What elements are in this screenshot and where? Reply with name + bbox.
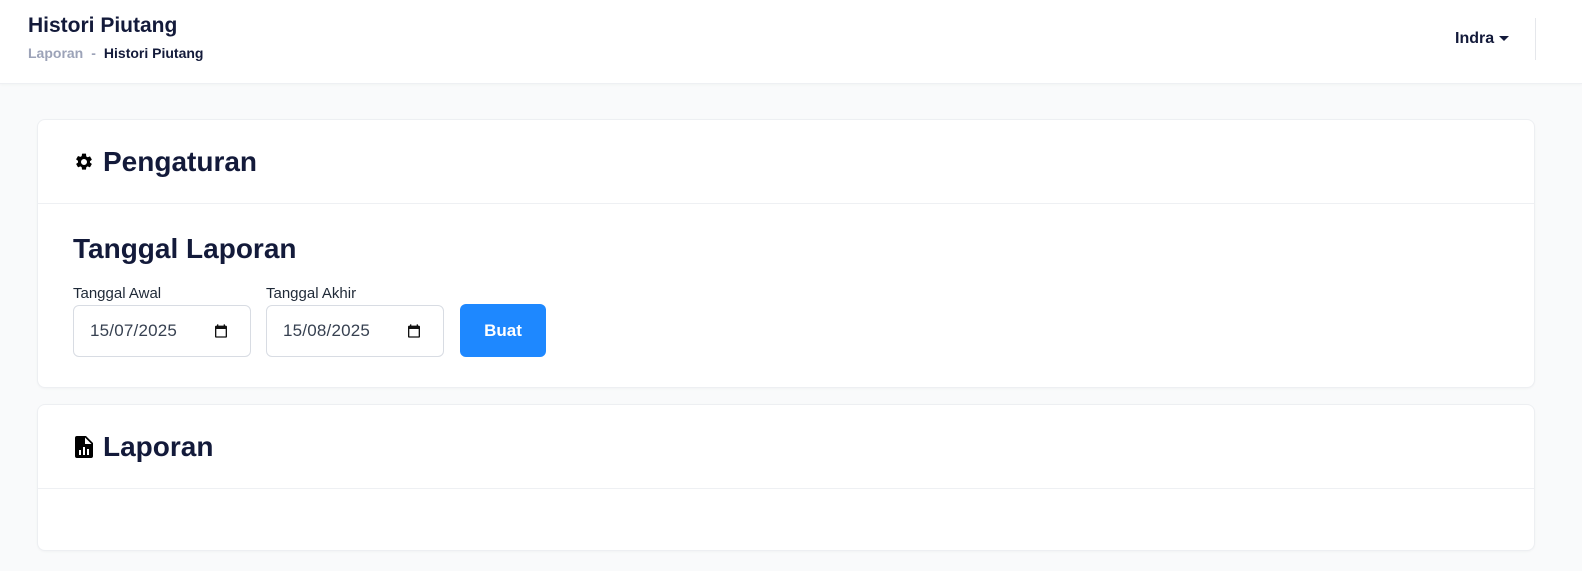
- breadcrumb-separator: -: [91, 45, 96, 61]
- topbar-divider: [1535, 18, 1536, 60]
- report-card-title: Laporan: [103, 430, 214, 462]
- report-date-heading: Tanggal Laporan: [73, 233, 297, 264]
- start-date-value: 15/07/2025: [90, 321, 178, 340]
- page-title: Histori Piutang: [28, 14, 178, 37]
- report-card: Laporan: [37, 404, 1535, 551]
- user-menu-dropdown[interactable]: Indra: [1455, 30, 1510, 48]
- settings-card-title: Pengaturan: [103, 145, 258, 177]
- breadcrumb-item-laporan[interactable]: Laporan: [28, 45, 83, 61]
- generate-report-button[interactable]: Buat: [460, 304, 546, 357]
- end-date-label: Tanggal Akhir: [266, 285, 357, 302]
- user-name: Indra: [1455, 30, 1495, 47]
- end-date-input[interactable]: 15/08/2025: [266, 305, 444, 357]
- calendar-icon[interactable]: [210, 320, 232, 342]
- end-date-value: 15/08/2025: [283, 321, 371, 340]
- settings-card: Pengaturan Tanggal Laporan Tanggal Awal …: [37, 119, 1535, 388]
- start-date-label: Tanggal Awal: [73, 285, 162, 302]
- breadcrumb: Laporan - Histori Piutang: [28, 45, 203, 61]
- gear-icon: [73, 151, 95, 173]
- file-chart-icon: [73, 435, 95, 458]
- settings-card-header: Pengaturan: [38, 120, 1534, 204]
- breadcrumb-current: Histori Piutang: [103, 45, 204, 61]
- calendar-icon[interactable]: [403, 320, 425, 342]
- report-card-header: Laporan: [38, 405, 1534, 489]
- caret-down-icon: [1499, 35, 1510, 41]
- top-bar: Histori Piutang Laporan - Histori Piutan…: [0, 0, 1582, 84]
- start-date-input[interactable]: 15/07/2025: [73, 305, 251, 357]
- report-content-area: [38, 489, 1534, 551]
